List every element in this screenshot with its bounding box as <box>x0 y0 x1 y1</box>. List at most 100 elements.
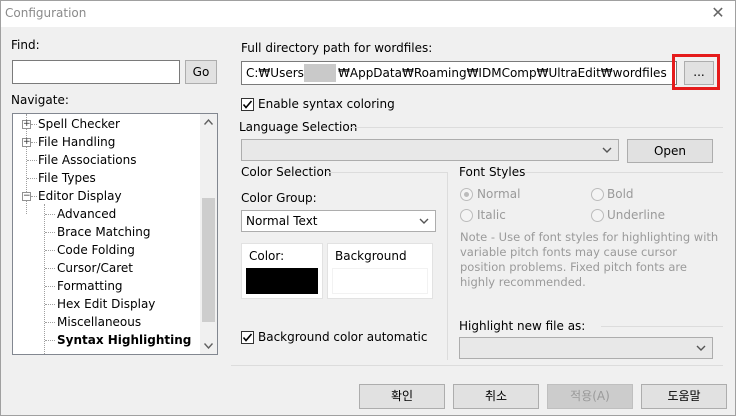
chevron-down-icon <box>419 218 429 224</box>
section-divider <box>349 127 723 128</box>
tree-item-file-handling[interactable]: + File Handling <box>13 133 203 151</box>
scroll-thumb[interactable] <box>202 198 215 322</box>
cancel-button[interactable]: 취소 <box>453 384 539 409</box>
radio-underline[interactable] <box>591 209 604 222</box>
tree-item-label: File Types <box>38 171 96 185</box>
enable-syntax-label: Enable syntax coloring <box>258 97 395 111</box>
tree-item-file-types[interactable]: File Types <box>13 169 203 187</box>
tree-connector <box>31 196 37 197</box>
tree-item-formatting[interactable]: Formatting <box>13 277 203 295</box>
tree-connector <box>45 250 55 251</box>
bg-auto-label: Background color automatic <box>258 330 428 344</box>
tree-connector <box>45 340 55 341</box>
apply-button[interactable]: 적용(A) <box>547 384 633 409</box>
tree-item-label: · <box>38 349 42 354</box>
tree-connector <box>27 160 37 161</box>
tree-connector <box>27 178 37 179</box>
navigate-label: Navigate: <box>11 93 69 107</box>
checkmark-icon <box>242 333 253 342</box>
find-label: Find: <box>11 38 40 52</box>
window-title: Configuration <box>5 6 87 20</box>
title-bar: Configuration ✕ <box>1 1 735 27</box>
configuration-dialog: Configuration ✕ Find: Go Navigate: + Spe… <box>0 0 736 416</box>
color-group-select[interactable]: Normal Text <box>241 210 436 232</box>
tree-item-label: Cursor/Caret <box>57 261 133 275</box>
radio-italic-label: Italic <box>477 208 506 222</box>
background-swatch[interactable] <box>332 268 428 294</box>
tree-item-code-folding[interactable]: Code Folding <box>13 241 203 259</box>
tree-item-editor-display[interactable]: − Editor Display <box>13 187 203 205</box>
language-select[interactable] <box>241 139 619 161</box>
tree-item-label: Brace Matching <box>57 225 151 239</box>
radio-bold[interactable] <box>591 188 604 201</box>
wordfiles-label: Full directory path for wordfiles: <box>241 41 433 55</box>
navigate-tree[interactable]: + Spell Checker + File Handling File Ass… <box>12 113 218 355</box>
color-section-label: Color Selection <box>241 165 332 179</box>
bg-auto-checkbox[interactable] <box>241 331 254 344</box>
find-input[interactable] <box>12 60 180 84</box>
section-divider <box>447 172 448 360</box>
font-styles-label: Font Styles <box>459 165 526 179</box>
tree-item-label: Formatting <box>57 279 123 293</box>
tree-item-spell-checker[interactable]: + Spell Checker <box>13 115 203 133</box>
tree-item-syntax-highlighting[interactable]: Syntax Highlighting <box>13 331 203 349</box>
checkmark-icon <box>242 100 253 109</box>
tree-item-label: Miscellaneous <box>57 315 142 329</box>
go-button[interactable]: Go <box>185 60 217 84</box>
collapse-icon[interactable]: − <box>22 192 31 201</box>
scroll-down-icon[interactable] <box>204 343 213 349</box>
tree-item-advanced[interactable]: Advanced <box>13 205 203 223</box>
tree-scrollbar[interactable] <box>200 114 217 354</box>
language-section-label: Language Selection <box>239 120 358 134</box>
tree-connector <box>45 232 55 233</box>
enable-syntax-checkbox[interactable] <box>241 98 254 111</box>
expand-icon[interactable]: + <box>22 138 31 147</box>
help-button[interactable]: 도움말 <box>641 384 727 409</box>
tree-item-hex-edit-display[interactable]: Hex Edit Display <box>13 295 203 313</box>
section-divider <box>327 172 447 173</box>
close-icon[interactable]: ✕ <box>709 3 727 23</box>
tree-item-brace-matching[interactable]: Brace Matching <box>13 223 203 241</box>
expand-icon[interactable]: + <box>22 120 31 129</box>
tree-connector <box>45 286 55 287</box>
tree-item-label: Hex Edit Display <box>57 297 156 311</box>
color-group-label: Color Group: <box>241 191 317 205</box>
tree-connector <box>31 142 37 143</box>
highlight-frame <box>672 54 720 90</box>
tree-item-label: Spell Checker <box>38 117 120 131</box>
background-label: Background <box>335 249 407 263</box>
color-label: Color: <box>249 249 285 263</box>
radio-underline-label: Underline <box>607 208 665 222</box>
tree-item-label: Advanced <box>57 207 117 221</box>
radio-normal-label: Normal <box>477 187 521 201</box>
tree-connector <box>45 322 55 323</box>
tree-item-label: Editor Display <box>38 189 122 203</box>
tree-item-label: Syntax Highlighting <box>57 333 192 347</box>
tree-connector <box>45 304 55 305</box>
tree-connector <box>45 268 55 269</box>
radio-bold-label: Bold <box>607 187 634 201</box>
highlight-new-select[interactable] <box>459 337 713 359</box>
tree-connector <box>45 214 55 215</box>
chevron-down-icon <box>602 147 612 153</box>
tree-item-file-associations[interactable]: File Associations <box>13 151 203 169</box>
radio-normal[interactable] <box>460 188 473 201</box>
tree-item-miscellaneous[interactable]: Miscellaneous <box>13 313 203 331</box>
tree-item-label: Code Folding <box>57 243 135 257</box>
tree-item-label: File Associations <box>38 153 137 167</box>
radio-italic[interactable] <box>460 209 473 222</box>
tree-connector <box>31 124 37 125</box>
color-swatch[interactable] <box>246 268 318 294</box>
section-divider <box>601 326 723 327</box>
tree-item-partial: · <box>13 349 203 354</box>
redacted-username <box>304 64 336 82</box>
font-styles-note: Note - Use of font styles for highlighti… <box>460 230 719 289</box>
scroll-up-icon[interactable] <box>204 119 213 125</box>
tree-item-cursor-caret[interactable]: Cursor/Caret <box>13 259 203 277</box>
open-button[interactable]: Open <box>627 139 713 163</box>
wordfiles-path-input[interactable]: C:₩Users₩ ₩AppData₩Roaming₩IDMComp₩Ultra… <box>241 61 677 85</box>
color-group-value: Normal Text <box>246 214 318 228</box>
tree-item-label: File Handling <box>38 135 116 149</box>
section-divider <box>231 365 723 366</box>
ok-button[interactable]: 확인 <box>359 384 445 409</box>
